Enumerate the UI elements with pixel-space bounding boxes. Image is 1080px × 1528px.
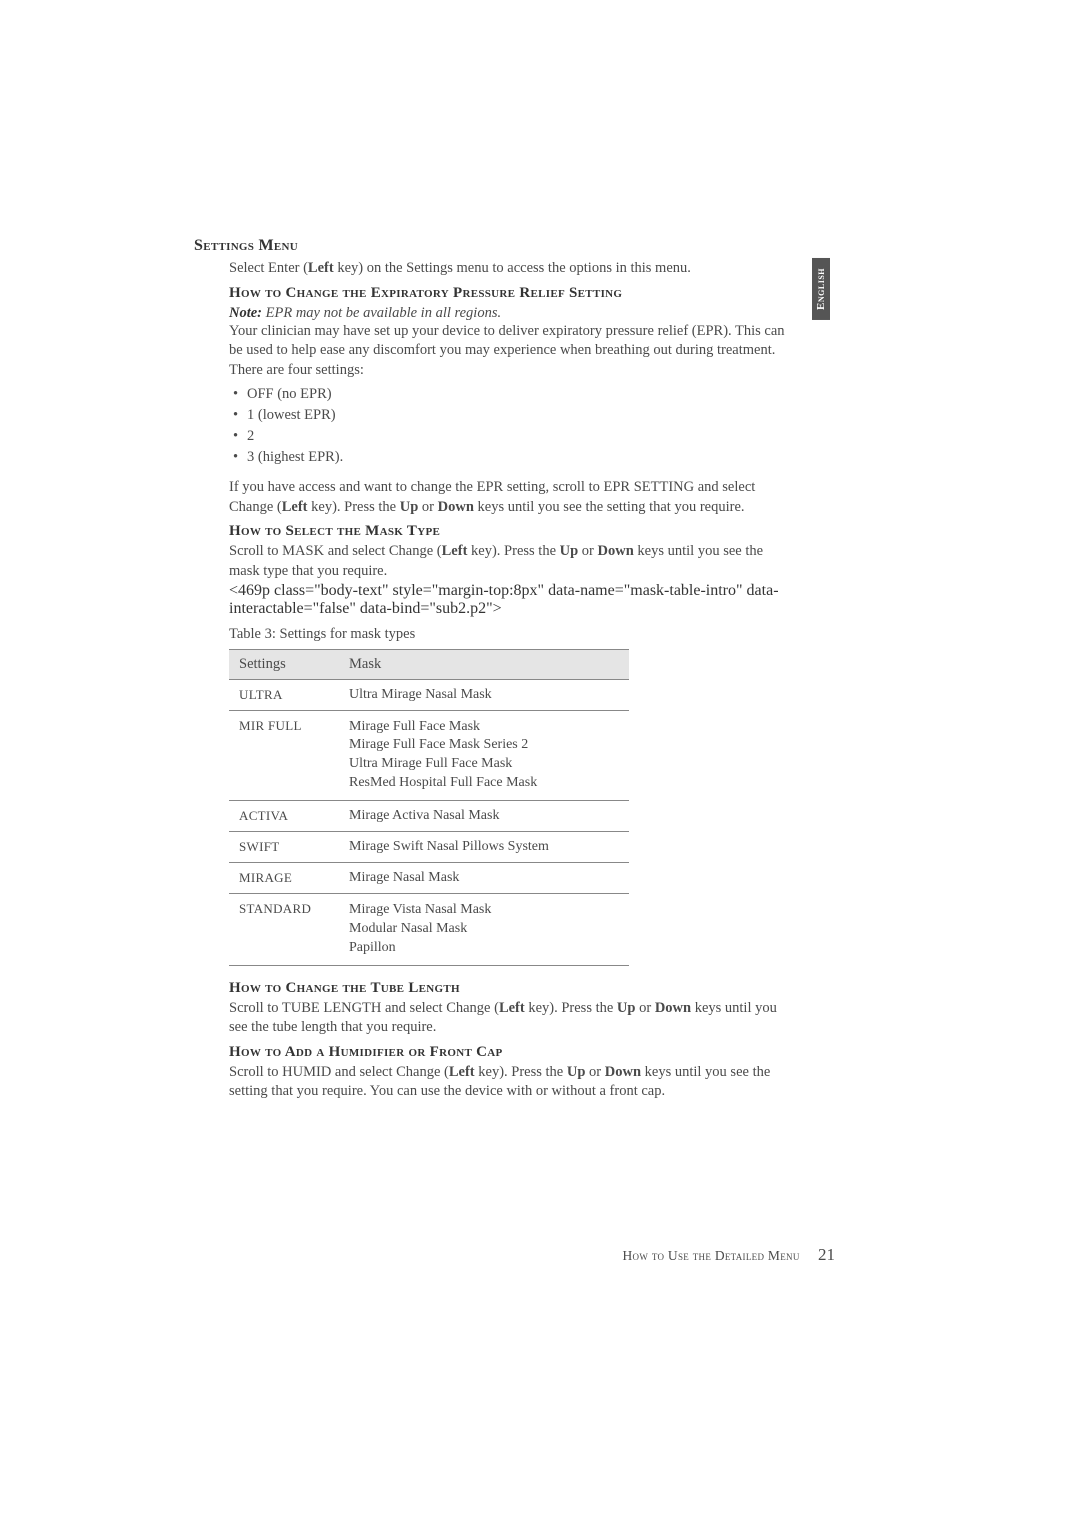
mask-line: Mirage Full Face Mask <box>349 718 619 737</box>
text-fragment: Select Enter ( <box>229 260 308 276</box>
epr-instructions: If you have access and want to change th… <box>229 478 787 517</box>
text-fragment: key). Press the <box>525 1000 617 1016</box>
epr-bullets: OFF (no EPR)1 (lowest EPR)23 (highest EP… <box>229 384 787 468</box>
subheading-tube: How to Change the Tube Length <box>229 980 787 997</box>
mask-settings-table: Settings Mask ULTRAUltra Mirage Nasal Ma… <box>229 649 629 966</box>
text-fragment: or <box>585 1064 604 1080</box>
mask-line: Modular Nasal Mask <box>349 920 619 939</box>
subheading-humid: How to Add a Humidifier or Front Cap <box>229 1044 787 1061</box>
section-heading: Settings Menu <box>194 237 787 255</box>
key-up: Up <box>560 543 579 559</box>
subheading-mask: How to Select the Mask Type <box>229 523 787 540</box>
note-label: Note: <box>229 305 262 321</box>
mask-line: Ultra Mirage Full Face Mask <box>349 755 619 774</box>
note-body: EPR may not be available in all regions. <box>262 305 501 321</box>
key-down: Down <box>655 1000 691 1016</box>
text-fragment: key) on the Settings menu to access the … <box>334 260 691 276</box>
epr-note: Note: EPR may not be available in all re… <box>229 304 787 322</box>
intro-paragraph: Select Enter (Left key) on the Settings … <box>229 259 787 279</box>
bullet-item: OFF (no EPR) <box>229 384 787 405</box>
text-fragment: Scroll to MASK and select Change ( <box>229 543 442 559</box>
key-down: Down <box>605 1064 641 1080</box>
footer-section-title: How to Use the Detailed Menu <box>623 1248 800 1263</box>
table-row: STANDARDMirage Vista Nasal MaskModular N… <box>229 894 629 966</box>
text-fragment: key). Press the <box>475 1064 567 1080</box>
text-fragment: key). Press the <box>467 543 559 559</box>
setting-cell: ULTRA <box>229 679 339 710</box>
key-up: Up <box>617 1000 636 1016</box>
table-header-row: Settings Mask <box>229 649 629 679</box>
table-row: ULTRAUltra Mirage Nasal Mask <box>229 679 629 710</box>
key-left: Left <box>449 1064 475 1080</box>
text-fragment: Scroll to TUBE LENGTH and select Change … <box>229 1000 499 1016</box>
text-fragment: Scroll to HUMID and select Change ( <box>229 1064 449 1080</box>
key-down: Down <box>598 543 634 559</box>
indented-content: Select Enter (Left key) on the Settings … <box>194 259 787 1102</box>
table-header-mask: Mask <box>339 649 629 679</box>
mask-cell: Mirage Activa Nasal Mask <box>339 801 629 832</box>
setting-cell: MIR FULL <box>229 710 339 801</box>
tube-instructions: Scroll to TUBE LENGTH and select Change … <box>229 999 787 1038</box>
mask-cell: Ultra Mirage Nasal Mask <box>339 679 629 710</box>
humid-instructions: Scroll to HUMID and select Change (Left … <box>229 1063 787 1102</box>
key-left: Left <box>442 543 468 559</box>
text-fragment: or <box>418 499 437 515</box>
key-left: Left <box>282 499 308 515</box>
table-body: ULTRAUltra Mirage Nasal MaskMIR FULLMira… <box>229 679 629 965</box>
page-footer: How to Use the Detailed Menu 21 <box>623 1245 836 1265</box>
mask-line: Mirage Vista Nasal Mask <box>349 901 619 920</box>
key-left: Left <box>308 260 334 276</box>
bullet-item: 3 (highest EPR). <box>229 447 787 468</box>
page-number: 21 <box>818 1245 835 1264</box>
text-fragment: or <box>578 543 597 559</box>
table-row: ACTIVAMirage Activa Nasal Mask <box>229 801 629 832</box>
mask-line: Mirage Full Face Mask Series 2 <box>349 736 619 755</box>
table-row: SWIFTMirage Swift Nasal Pillows System <box>229 832 629 863</box>
bullet-item: 2 <box>229 426 787 447</box>
mask-cell: Mirage Nasal Mask <box>339 863 629 894</box>
key-down: Down <box>438 499 474 515</box>
setting-cell: STANDARD <box>229 894 339 966</box>
text-fragment: or <box>635 1000 654 1016</box>
table-caption: Table 3: Settings for mask types <box>229 626 787 643</box>
bullet-item: 1 (lowest EPR) <box>229 405 787 426</box>
mask-line: Papillon <box>349 939 619 958</box>
epr-body: Your clinician may have set up your devi… <box>229 322 787 381</box>
text-fragment: keys until you see the setting that you … <box>474 499 745 515</box>
table-row: MIRAGEMirage Nasal Mask <box>229 863 629 894</box>
subheading-epr: How to Change the Expiratory Pressure Re… <box>229 285 787 302</box>
mask-cell: Mirage Vista Nasal MaskModular Nasal Mas… <box>339 894 629 966</box>
setting-cell: MIRAGE <box>229 863 339 894</box>
text-fragment: key). Press the <box>308 499 400 515</box>
key-up: Up <box>400 499 419 515</box>
mask-cell: Mirage Swift Nasal Pillows System <box>339 832 629 863</box>
setting-cell: SWIFT <box>229 832 339 863</box>
setting-cell: ACTIVA <box>229 801 339 832</box>
mask-line: ResMed Hospital Full Face Mask <box>349 774 619 793</box>
key-up: Up <box>567 1064 586 1080</box>
table-header-settings: Settings <box>229 649 339 679</box>
key-left: Left <box>499 1000 525 1016</box>
language-tab: English <box>812 258 830 320</box>
table-row: MIR FULLMirage Full Face MaskMirage Full… <box>229 710 629 801</box>
mask-cell: Mirage Full Face MaskMirage Full Face Ma… <box>339 710 629 801</box>
mask-instructions: Scroll to MASK and select Change (Left k… <box>229 542 787 581</box>
page-content: Settings Menu Select Enter (Left key) on… <box>0 237 1080 1102</box>
